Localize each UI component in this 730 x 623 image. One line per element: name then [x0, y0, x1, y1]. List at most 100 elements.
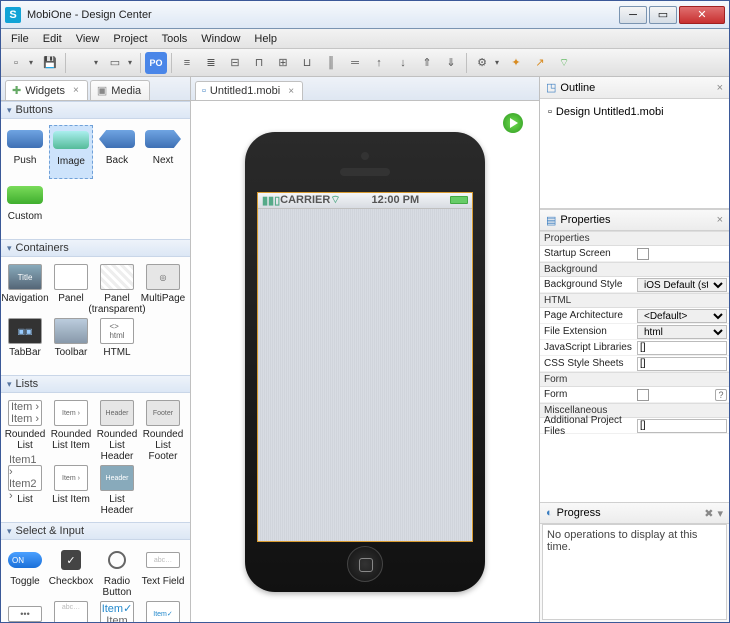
- distribute-v-button[interactable]: ═: [344, 52, 366, 74]
- section-buttons[interactable]: ▾Buttons: [1, 101, 190, 119]
- widget-custom[interactable]: Custom: [3, 181, 47, 233]
- wifi-icon[interactable]: ⌔: [553, 52, 575, 74]
- prop-addl-files[interactable]: Additional Project Files: [540, 418, 729, 434]
- minimize-button[interactable]: ─: [619, 6, 647, 24]
- prop-css-sheets[interactable]: CSS Style Sheets: [540, 356, 729, 372]
- widget-tabbar[interactable]: ▣▣TabBar: [3, 317, 47, 369]
- menu-project[interactable]: Project: [107, 31, 153, 47]
- menu-window[interactable]: Window: [195, 31, 246, 47]
- widget-list-item[interactable]: Item ›List Item: [49, 464, 93, 516]
- close-icon[interactable]: ×: [717, 214, 723, 226]
- tab-document[interactable]: ▫Untitled1.mobi×: [195, 81, 303, 100]
- new-dropdown[interactable]: ▾: [29, 58, 37, 67]
- close-icon[interactable]: ×: [284, 86, 294, 97]
- widget-multipage[interactable]: ◎MultiPage: [141, 263, 185, 315]
- align-right-button[interactable]: ⊟: [224, 52, 246, 74]
- apple-dropdown[interactable]: ▾: [94, 58, 102, 67]
- section-select[interactable]: ▾Select & Input: [1, 522, 190, 540]
- prop-form[interactable]: Form?: [540, 387, 729, 403]
- close-button[interactable]: ✕: [679, 6, 725, 24]
- gear-icon[interactable]: ⚙: [471, 52, 493, 74]
- widget-select-list-item[interactable]: Item✓Select List Item: [141, 600, 185, 622]
- widget-text-field[interactable]: abc…Text Field: [141, 546, 185, 598]
- widget-rounded-list-item[interactable]: Item ›Rounded List Item: [49, 399, 93, 462]
- prop-js-libs[interactable]: JavaScript Libraries: [540, 340, 729, 356]
- widget-panel-transparent[interactable]: Panel (transparent): [95, 263, 139, 315]
- save-button[interactable]: 💾: [39, 52, 61, 74]
- magic-icon[interactable]: ↗: [529, 52, 551, 74]
- widget-image[interactable]: Image: [49, 125, 93, 179]
- widget-next[interactable]: Next: [141, 125, 185, 179]
- close-icon[interactable]: ×: [69, 85, 79, 96]
- widget-navigation[interactable]: TitleNavigation: [3, 263, 47, 315]
- page-arch-select[interactable]: <Default>: [637, 309, 727, 323]
- prop-startup[interactable]: Startup Screen: [540, 246, 729, 262]
- widget-toolbar[interactable]: Toolbar: [49, 317, 93, 369]
- device-dropdown[interactable]: ▾: [128, 58, 136, 67]
- forward-button[interactable]: ⇑: [416, 52, 438, 74]
- addl-files-input[interactable]: [637, 419, 727, 433]
- home-button[interactable]: [347, 546, 383, 582]
- align-center-button[interactable]: ≣: [200, 52, 222, 74]
- tree-root[interactable]: ▫Design Untitled1.mobi: [546, 105, 723, 119]
- widget-checkbox[interactable]: ✓Checkbox: [49, 546, 93, 598]
- close-icon[interactable]: ×: [717, 82, 723, 94]
- align-left-button[interactable]: ≡: [176, 52, 198, 74]
- widget-password-field[interactable]: •••Password Field: [3, 600, 47, 622]
- widget-list-header[interactable]: HeaderList Header: [95, 464, 139, 516]
- widget-rounded-list-footer[interactable]: FooterRounded List Footer: [141, 399, 185, 462]
- stop-icon[interactable]: ✖: [704, 507, 713, 520]
- prop-bg-style[interactable]: Background StyleiOS Default (strip...: [540, 277, 729, 293]
- outline-header: ◳ Outline ×: [540, 77, 729, 99]
- wand-icon[interactable]: ✦: [505, 52, 527, 74]
- align-middle-button[interactable]: ⊞: [272, 52, 294, 74]
- section-containers[interactable]: ▾Containers: [1, 239, 190, 257]
- widget-panel[interactable]: Panel: [49, 263, 93, 315]
- prop-page-arch[interactable]: Page Architecture<Default>: [540, 308, 729, 324]
- phone-screen[interactable]: ▮▮▯ CARRIER ⌔ 12:00 PM: [257, 192, 473, 542]
- widget-rounded-list[interactable]: Item ›Item ›Rounded List: [3, 399, 47, 462]
- widget-radio[interactable]: Radio Button: [95, 546, 139, 598]
- new-button[interactable]: ▫: [5, 52, 27, 74]
- maximize-button[interactable]: ▭: [649, 6, 677, 24]
- file-ext-select[interactable]: html: [637, 325, 727, 339]
- widget-back[interactable]: Back: [95, 125, 139, 179]
- widget-text-area[interactable]: abc…Text Area: [49, 600, 93, 622]
- widget-select-list[interactable]: Item✓ItemSelect List: [95, 600, 139, 622]
- widget-push[interactable]: Push: [3, 125, 47, 179]
- run-button[interactable]: [503, 113, 523, 133]
- section-lists[interactable]: ▾Lists: [1, 375, 190, 393]
- widget-html[interactable]: <>htmlHTML: [95, 317, 139, 369]
- outline-tree[interactable]: ▫Design Untitled1.mobi: [540, 99, 729, 209]
- send-back-button[interactable]: ↓: [392, 52, 414, 74]
- tab-document-label: Untitled1.mobi: [210, 85, 280, 97]
- menu-tools[interactable]: Tools: [156, 31, 194, 47]
- menu-icon[interactable]: ▾: [717, 507, 723, 520]
- design-canvas[interactable]: ▮▮▯ CARRIER ⌔ 12:00 PM: [191, 101, 539, 622]
- prop-file-ext[interactable]: File Extensionhtml: [540, 324, 729, 340]
- widget-list[interactable]: Item1 ›Item2 ›List: [3, 464, 47, 516]
- gear-dropdown[interactable]: ▾: [495, 58, 503, 67]
- device-button[interactable]: ▭: [104, 52, 126, 74]
- align-top-button[interactable]: ⊓: [248, 52, 270, 74]
- widget-toggle[interactable]: ONToggle: [3, 546, 47, 598]
- tab-widgets[interactable]: ✚Widgets×: [5, 80, 88, 100]
- distribute-h-button[interactable]: ║: [320, 52, 342, 74]
- checkbox-icon[interactable]: [637, 248, 649, 260]
- bring-front-button[interactable]: ↑: [368, 52, 390, 74]
- apple-button[interactable]: [70, 52, 92, 74]
- js-libs-input[interactable]: [637, 341, 727, 355]
- widget-rounded-list-header[interactable]: HeaderRounded List Header: [95, 399, 139, 462]
- po-button[interactable]: PO: [145, 52, 167, 74]
- menu-help[interactable]: Help: [248, 31, 283, 47]
- menu-view[interactable]: View: [70, 31, 106, 47]
- align-bottom-button[interactable]: ⊔: [296, 52, 318, 74]
- menu-file[interactable]: File: [5, 31, 35, 47]
- css-sheets-input[interactable]: [637, 357, 727, 371]
- backward-button[interactable]: ⇓: [440, 52, 462, 74]
- tab-media[interactable]: ▣Media: [90, 80, 150, 100]
- help-icon[interactable]: ?: [715, 389, 727, 401]
- menu-edit[interactable]: Edit: [37, 31, 68, 47]
- bg-style-select[interactable]: iOS Default (strip...: [637, 278, 727, 292]
- checkbox-icon[interactable]: [637, 389, 649, 401]
